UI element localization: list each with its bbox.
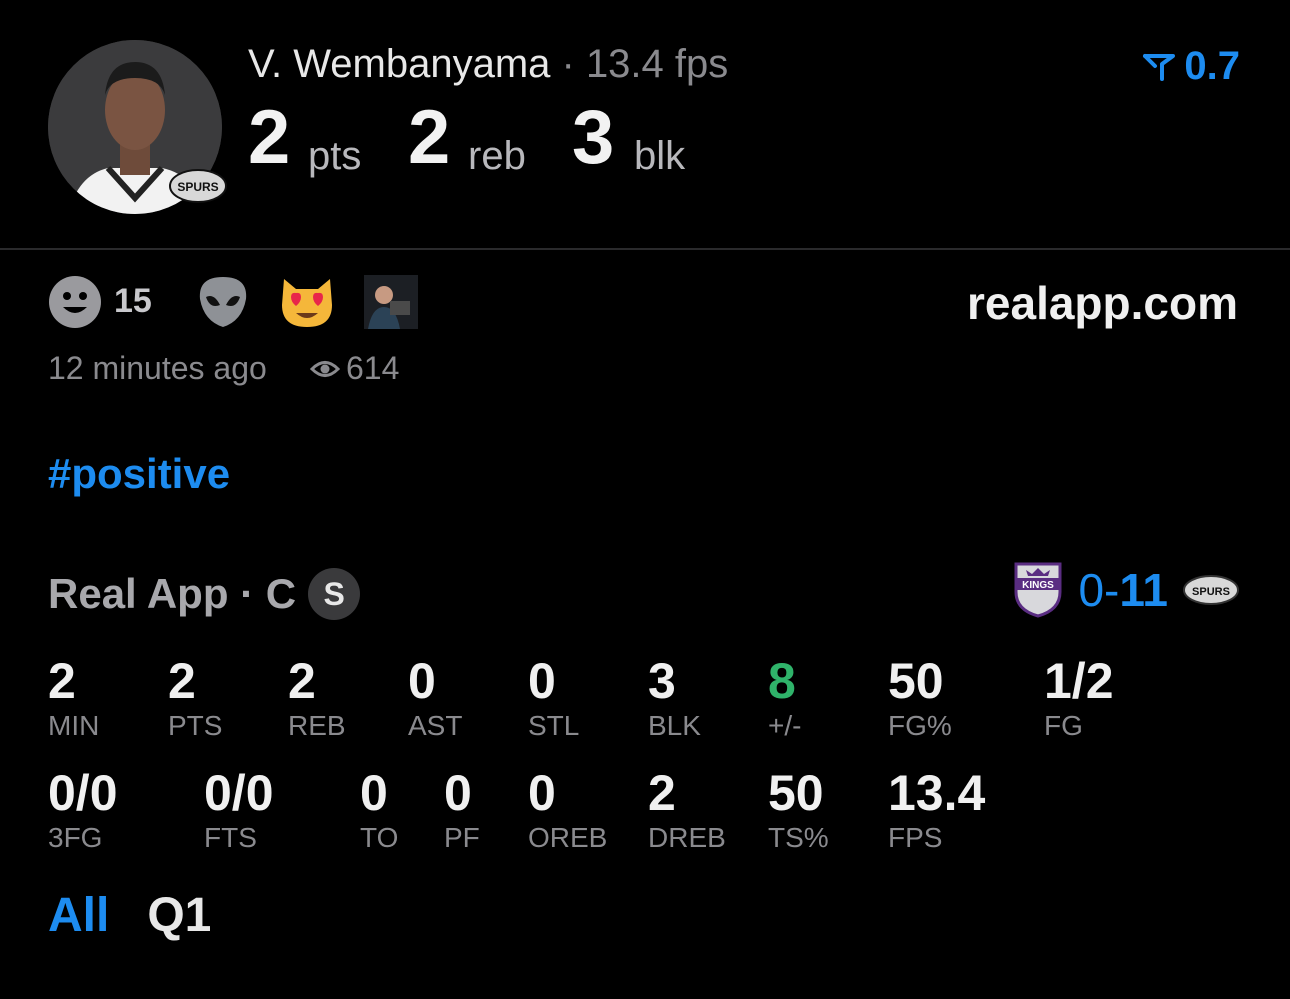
stat-ast-value: 0: [408, 653, 436, 709]
player-name[interactable]: V. Wembanyama: [248, 42, 550, 86]
player-name-line[interactable]: V. Wembanyama · 13.4 fps: [248, 42, 728, 87]
stat-3fg-value: 0/0: [48, 765, 118, 821]
view-count-value: 614: [346, 350, 400, 386]
user-thumbnail: [364, 275, 418, 329]
stat-oreb-value: 0: [528, 765, 556, 821]
spurs-logo-text: SPURS: [177, 180, 218, 194]
period-tabs: All Q1: [48, 888, 211, 943]
stat-pts-value: 2: [168, 653, 196, 709]
alien-icon: [199, 277, 247, 327]
stat-ast-label: AST: [408, 710, 463, 741]
stat-min-value: 2: [48, 653, 76, 709]
reaction-count: 15: [114, 282, 152, 320]
stat-oreb-label: OREB: [528, 822, 608, 853]
stat-blk-value: 3: [648, 653, 676, 709]
stat-dreb-value: 2: [648, 765, 676, 821]
game-score: 0-11: [1078, 563, 1168, 617]
stat-fg-label: FG: [1044, 710, 1083, 741]
view-count: 614: [310, 350, 399, 387]
stat-fps-value: 13.4: [888, 765, 986, 821]
stat-pf-label: PF: [444, 822, 480, 853]
kings-logo-text: KINGS: [1023, 580, 1055, 591]
stat-ts-pct-label: TS%: [768, 822, 829, 853]
headline-reb-value: 2: [408, 95, 451, 180]
headline-blk-unit: blk: [634, 134, 686, 178]
smiley-icon: [49, 276, 101, 328]
game-source[interactable]: Real App · C S: [48, 568, 361, 620]
reaction-smiley[interactable]: [48, 276, 102, 328]
reaction-user-thumbnail[interactable]: [364, 275, 418, 329]
headline-blk-value: 3: [572, 95, 615, 180]
reaction-heart-eyes-cat[interactable]: [278, 276, 336, 328]
stat-fg-value: 1/2: [1044, 653, 1114, 709]
stat-pts-label: PTS: [168, 710, 223, 741]
eye-icon: [310, 360, 340, 377]
tab-all[interactable]: All: [48, 888, 109, 943]
stat-plus-minus-label: +/-: [768, 710, 802, 741]
stat-fg-pct-label: FG%: [888, 710, 952, 741]
site-link[interactable]: realapp.com: [967, 276, 1238, 330]
score-home: 11: [1119, 564, 1168, 616]
stat-blk-label: BLK: [648, 710, 701, 741]
game-source-label: Real App · C: [48, 570, 297, 617]
tab-q1[interactable]: Q1: [147, 888, 211, 943]
header-divider: [0, 248, 1290, 250]
stat-to-label: TO: [360, 822, 399, 853]
stat-to-value: 0: [360, 765, 388, 821]
hashtag[interactable]: #positive: [48, 450, 230, 498]
stat-fts-label: FTS: [204, 822, 257, 853]
score-dash: -: [1104, 564, 1120, 616]
post-time: 12 minutes ago: [48, 350, 267, 386]
heart-eyes-cat-icon: [282, 279, 332, 327]
stat-pf-value: 0: [444, 765, 472, 821]
player-fps: 13.4 fps: [585, 42, 729, 86]
stat-plus-minus-value: 8: [768, 653, 796, 709]
reaction-alien[interactable]: [196, 276, 250, 328]
headline-pts-unit: pts: [308, 134, 362, 178]
spurs-logo: SPURS: [1183, 575, 1239, 605]
spurs-logo-badge: SPURS: [168, 166, 228, 211]
spurs-logo-text-small: SPURS: [1192, 586, 1230, 598]
kings-logo: KINGS: [1014, 562, 1062, 618]
stat-min-label: MIN: [48, 710, 100, 741]
tap-score-icon: [1143, 53, 1176, 81]
stat-reb-label: REB: [288, 710, 346, 741]
name-separator: ·: [550, 42, 586, 86]
top-score[interactable]: 0.7: [1142, 44, 1240, 89]
stat-reb-value: 2: [288, 653, 316, 709]
stat-fps-label: FPS: [888, 822, 943, 853]
stat-dreb-label: DREB: [648, 822, 726, 853]
stat-fg-pct-value: 50: [888, 653, 944, 709]
game-score-area[interactable]: KINGS 0-11 SPURS: [1012, 562, 1240, 618]
starter-badge: S: [308, 568, 361, 620]
score-away: 0: [1078, 564, 1105, 616]
stat-stl-value: 0: [528, 653, 556, 709]
stat-ts-pct-value: 50: [768, 765, 824, 821]
headline-reb-unit: reb: [468, 134, 526, 178]
top-score-value: 0.7: [1184, 44, 1240, 88]
stat-stl-label: STL: [528, 710, 580, 741]
stat-3fg-label: 3FG: [48, 822, 103, 853]
stat-fts-value: 0/0: [204, 765, 274, 821]
headline-pts-value: 2: [248, 95, 291, 180]
